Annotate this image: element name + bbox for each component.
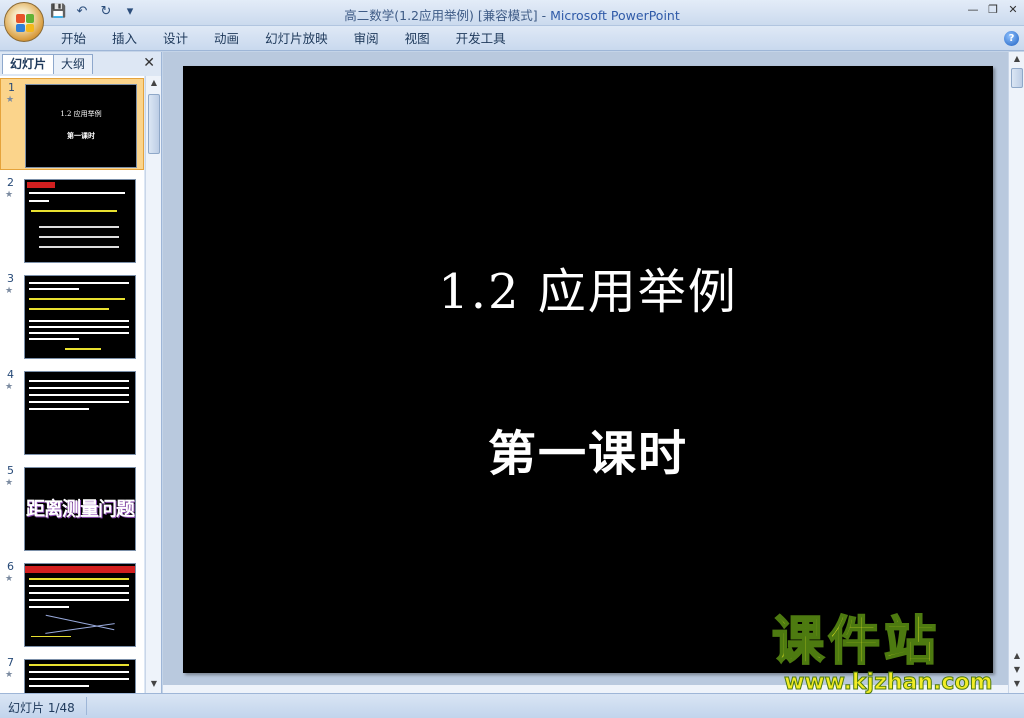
- slide-number: 6: [7, 560, 14, 573]
- watermark-title: 课件站: [771, 611, 941, 673]
- scroll-down-icon[interactable]: ▼: [1011, 679, 1023, 691]
- pane-close-icon[interactable]: ✕: [143, 55, 155, 71]
- thumb-title: 1.2 应用举例: [60, 110, 102, 118]
- minimize-icon[interactable]: —: [966, 3, 980, 17]
- slide-preview: [24, 659, 136, 693]
- slide-preview: 1.2 应用举例 第一课时: [25, 84, 137, 168]
- slide-preview: [24, 371, 136, 455]
- app-name: Microsoft PowerPoint: [550, 8, 680, 23]
- tab-insert[interactable]: 插入: [99, 30, 150, 48]
- slide-thumbnail-6[interactable]: 6 ★: [0, 558, 144, 650]
- animation-star-icon: ★: [6, 95, 15, 105]
- status-bar: 幻灯片 1/48: [0, 693, 1024, 718]
- slide-editor: 1.2 应用举例 第一课时 ▲ ▲ ▼ ▼: [163, 52, 1024, 693]
- next-slide-icon[interactable]: ▼: [1011, 665, 1023, 677]
- slide-preview: [24, 275, 136, 359]
- window-controls: — ❐ ✕: [966, 3, 1020, 17]
- thumbnail-scrollbar[interactable]: ▲ ▼: [145, 76, 161, 693]
- editor-scrollbar[interactable]: ▲ ▲ ▼ ▼: [1008, 52, 1024, 693]
- animation-star-icon: ★: [5, 574, 14, 584]
- previous-slide-icon[interactable]: ▲: [1011, 651, 1023, 663]
- slide-number: 5: [7, 464, 14, 477]
- ribbon-tab-bar: 开始 插入 设计 动画 幻灯片放映 审阅 视图 开发工具 ?: [0, 26, 1024, 51]
- animation-star-icon: ★: [5, 190, 14, 200]
- scroll-thumb[interactable]: [148, 94, 160, 154]
- slide-title[interactable]: 1.2 应用举例: [183, 252, 993, 322]
- scroll-down-icon[interactable]: ▼: [148, 679, 160, 691]
- slide-number: 2: [7, 176, 14, 189]
- tab-slideshow[interactable]: 幻灯片放映: [252, 30, 341, 48]
- tab-animations[interactable]: 动画: [201, 30, 252, 48]
- slide-thumbnail-1[interactable]: 1 ★ 1.2 应用举例 第一课时: [0, 78, 144, 170]
- slide-thumbnail-5[interactable]: 5 ★ 距离测量问题: [0, 462, 144, 554]
- tab-developer[interactable]: 开发工具: [443, 30, 519, 48]
- thumb-subtitle: 第一课时: [67, 131, 95, 140]
- scroll-thumb[interactable]: [1011, 68, 1023, 88]
- slide-thumbnail-list: 1 ★ 1.2 应用举例 第一课时 2 ★ 3 ★ 4 ★ 5 ★ 距离测量问题…: [0, 76, 144, 693]
- restore-icon[interactable]: ❐: [986, 3, 1000, 17]
- animation-star-icon: ★: [5, 478, 14, 488]
- slide-preview: [24, 179, 136, 263]
- help-icon[interactable]: ?: [1004, 31, 1019, 46]
- slide-preview: 距离测量问题: [24, 467, 136, 551]
- slide-thumbnail-3[interactable]: 3 ★: [0, 270, 144, 362]
- tab-slides[interactable]: 幻灯片: [2, 54, 55, 74]
- slide-thumbnail-4[interactable]: 4 ★: [0, 366, 144, 458]
- slide-subtitle[interactable]: 第一课时: [183, 414, 993, 484]
- status-divider: [86, 697, 87, 715]
- scroll-up-icon[interactable]: ▲: [148, 78, 160, 90]
- tab-design[interactable]: 设计: [150, 30, 201, 48]
- thumb-title: 距离测量问题: [25, 498, 135, 520]
- animation-star-icon: ★: [5, 670, 14, 680]
- current-slide[interactable]: 1.2 应用举例 第一课时: [183, 66, 993, 673]
- slide-counter: 幻灯片 1/48: [8, 701, 75, 715]
- document-title: 高二数学(1.2应用举例) [兼容模式] -: [344, 8, 551, 23]
- watermark-url: www.kjzhan.com: [784, 670, 994, 696]
- pane-tabs: 幻灯片 大纲: [2, 54, 94, 74]
- tab-home[interactable]: 开始: [48, 30, 99, 48]
- office-button[interactable]: [4, 2, 44, 42]
- tab-view[interactable]: 视图: [392, 30, 443, 48]
- slide-number: 3: [7, 272, 14, 285]
- slide-thumbnail-7[interactable]: 7 ★: [0, 654, 144, 693]
- tab-outline[interactable]: 大纲: [53, 54, 94, 74]
- title-bar: 💾 ↶ ↻ ▾ 高二数学(1.2应用举例) [兼容模式] - Microsoft…: [0, 0, 1024, 42]
- animation-star-icon: ★: [5, 382, 14, 392]
- window-title: 高二数学(1.2应用举例) [兼容模式] - Microsoft PowerPo…: [0, 5, 1024, 24]
- slide-number: 7: [7, 656, 14, 669]
- scroll-up-icon[interactable]: ▲: [1011, 54, 1023, 66]
- slide-number: 1: [8, 81, 15, 94]
- animation-star-icon: ★: [5, 286, 14, 296]
- slide-thumbnail-2[interactable]: 2 ★: [0, 174, 144, 266]
- ribbon-tabs: 开始 插入 设计 动画 幻灯片放映 审阅 视图 开发工具: [48, 30, 519, 48]
- office-logo-icon: [16, 14, 34, 32]
- slide-preview: [24, 563, 136, 647]
- slides-pane: 幻灯片 大纲 ✕ 1 ★ 1.2 应用举例 第一课时 2 ★ 3 ★ 4 ★ 5…: [0, 52, 162, 693]
- slide-number: 4: [7, 368, 14, 381]
- close-icon[interactable]: ✕: [1006, 3, 1020, 17]
- watermark-logo: 课件站 www.kjzhan.com: [771, 611, 1012, 696]
- tab-review[interactable]: 审阅: [341, 30, 392, 48]
